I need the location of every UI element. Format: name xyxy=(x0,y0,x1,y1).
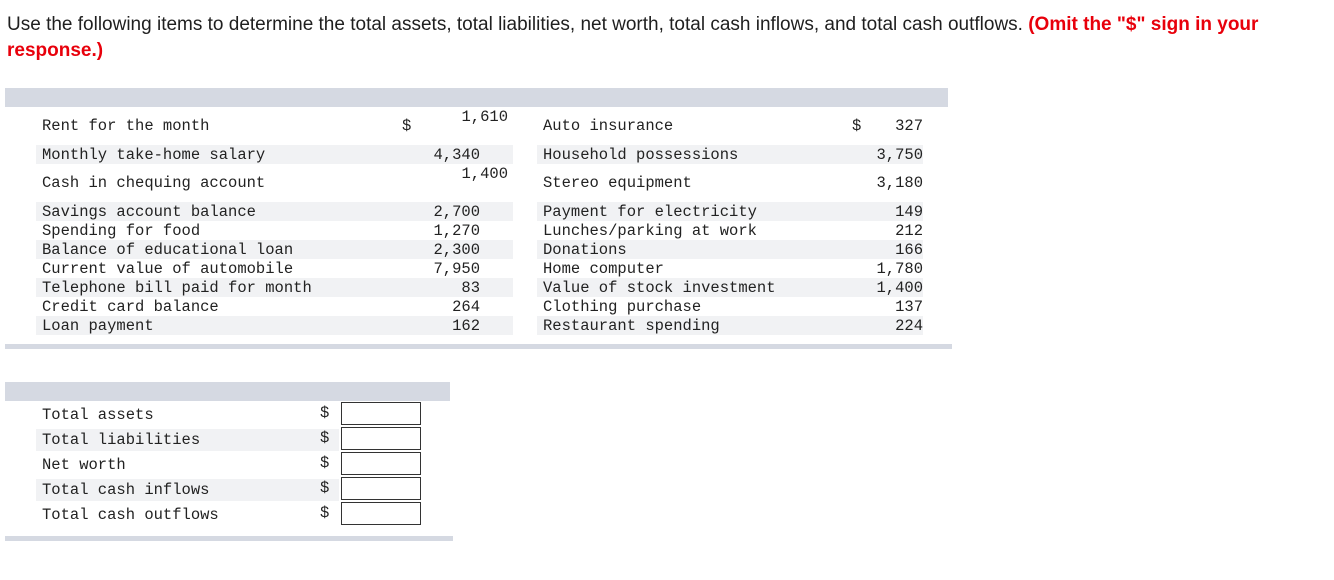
item-label: Monthly take-home salary xyxy=(42,146,266,164)
item-label: Value of stock investment xyxy=(543,279,776,297)
item-value: 264 xyxy=(452,298,480,316)
item-label: Rent for the month xyxy=(42,117,210,135)
item-value: 3,750 xyxy=(876,146,923,164)
currency-symbol: $ xyxy=(320,504,330,522)
currency-symbol: $ xyxy=(402,117,412,135)
answer-label-total-assets: Total assets xyxy=(42,406,154,424)
item-value: 327 xyxy=(895,117,923,135)
item-label: Household possessions xyxy=(543,146,739,164)
answer-label-total-cash-outflows: Total cash outflows xyxy=(42,506,219,524)
total-cash-outflows-input[interactable] xyxy=(341,502,421,525)
item-value: 149 xyxy=(895,203,923,221)
item-value: 166 xyxy=(895,241,923,259)
item-value: 3,180 xyxy=(876,174,923,192)
item-value: 7,950 xyxy=(433,260,480,278)
item-label: Stereo equipment xyxy=(543,174,692,192)
item-label: Home computer xyxy=(543,260,664,278)
total-cash-inflows-input[interactable] xyxy=(341,477,421,500)
item-label: Cash in chequing account xyxy=(42,174,266,192)
item-label: Donations xyxy=(543,241,627,259)
item-value: 4,340 xyxy=(433,146,480,164)
item-value: 1,780 xyxy=(876,260,923,278)
item-label: Payment for electricity xyxy=(543,203,757,221)
item-label: Restaurant spending xyxy=(543,317,720,335)
answer-table-footer-bar xyxy=(5,536,453,541)
item-value: 2,300 xyxy=(433,241,480,259)
question-instructions: Use the following items to determine the… xyxy=(7,14,1023,35)
item-label: Current value of automobile xyxy=(42,260,294,278)
answer-table-header-bar xyxy=(5,382,450,401)
answer-label-total-cash-inflows: Total cash inflows xyxy=(42,481,210,499)
item-label: Auto insurance xyxy=(543,117,674,135)
item-label: Credit card balance xyxy=(42,298,219,316)
currency-symbol: $ xyxy=(320,479,330,497)
item-value: 1,400 xyxy=(461,165,508,183)
item-value: 1,400 xyxy=(876,279,923,297)
answer-label-net-worth: Net worth xyxy=(42,456,126,474)
item-value: 162 xyxy=(452,317,480,335)
item-value: 137 xyxy=(895,298,923,316)
net-worth-input[interactable] xyxy=(341,452,421,475)
total-liabilities-input[interactable] xyxy=(341,427,421,450)
total-assets-input[interactable] xyxy=(341,402,421,425)
item-value: 1,270 xyxy=(433,222,480,240)
item-label: Clothing purchase xyxy=(543,298,702,316)
item-label: Loan payment xyxy=(42,317,154,335)
items-table-footer-bar xyxy=(5,344,952,349)
item-value: 1,610 xyxy=(461,108,508,126)
item-label: Telephone bill paid for month xyxy=(42,279,312,297)
item-label: Savings account balance xyxy=(42,203,256,221)
item-label: Spending for food xyxy=(42,222,201,240)
answer-label-total-liabilities: Total liabilities xyxy=(42,431,201,449)
item-value: 2,700 xyxy=(433,203,480,221)
currency-symbol: $ xyxy=(320,454,330,472)
currency-symbol: $ xyxy=(320,404,330,422)
items-table-header-bar xyxy=(5,88,948,107)
item-value: 212 xyxy=(895,222,923,240)
item-label: Balance of educational loan xyxy=(42,241,294,259)
item-label: Lunches/parking at work xyxy=(543,222,757,240)
item-value: 83 xyxy=(461,279,480,297)
currency-symbol: $ xyxy=(320,429,330,447)
item-value: 224 xyxy=(895,317,923,335)
question-text: Use the following items to determine the… xyxy=(7,12,1297,64)
